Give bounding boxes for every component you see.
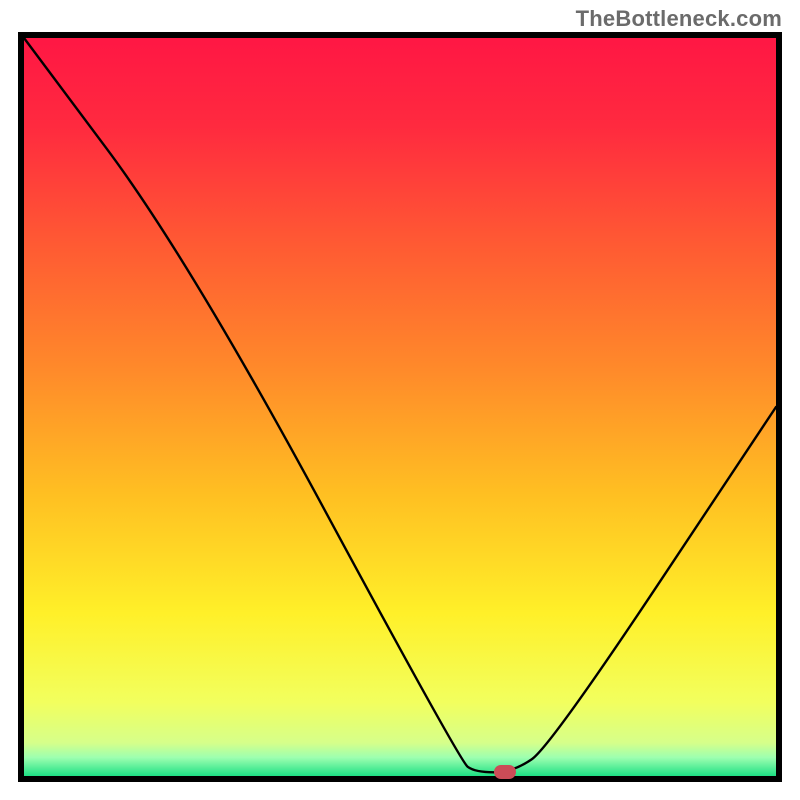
curve-path xyxy=(24,38,776,772)
figure-root: TheBottleneck.com xyxy=(0,0,800,800)
watermark-text: TheBottleneck.com xyxy=(576,6,782,32)
optimal-marker xyxy=(494,765,516,779)
bottleneck-curve xyxy=(24,38,776,776)
plot-area xyxy=(24,38,776,776)
plot-frame xyxy=(18,32,782,782)
